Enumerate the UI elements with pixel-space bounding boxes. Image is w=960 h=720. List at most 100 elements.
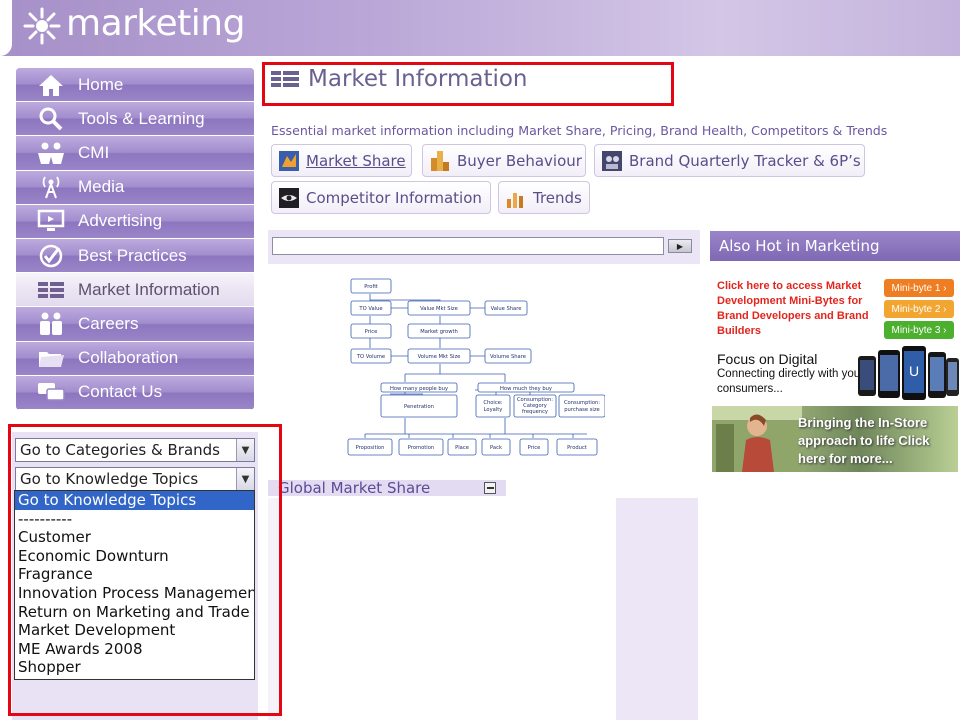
nav-item-careers[interactable]: Careers — [16, 307, 254, 342]
mini-bytes-promo-text[interactable]: Click here to access Market Development … — [717, 279, 887, 339]
diagram-node-label: Value Mkt Size — [420, 306, 458, 312]
nav-label-best-practices: Best Practices — [78, 245, 187, 265]
nav-label-tools-learning: Tools & Learning — [78, 108, 205, 128]
nav-item-advertising[interactable]: Advertising — [16, 204, 254, 239]
nav-item-media[interactable]: Media — [16, 170, 254, 205]
global-market-share-header: Global Market Share — [268, 479, 506, 497]
mini-byte-2-button[interactable]: Mini-byte 2 › — [884, 300, 954, 318]
tab-buyer-behaviour[interactable]: Buyer Behaviour — [422, 144, 586, 177]
monitor-icon — [36, 208, 66, 234]
diagram-node-label: Consumption: — [564, 400, 600, 406]
svg-text:U: U — [909, 363, 919, 379]
nav-label-collaboration: Collaboration — [78, 348, 179, 368]
buyer-behaviour-icon — [429, 150, 451, 172]
people-icon — [36, 140, 66, 166]
trends-icon — [505, 187, 527, 209]
search-go-button[interactable]: ▶ — [668, 239, 692, 253]
in-store-promo-banner[interactable]: Bringing the In-Store approach to life C… — [712, 406, 958, 472]
tab-brand-quarterly-tracker[interactable]: Brand Quarterly Tracker & 6P’s — [594, 144, 865, 177]
highlight-box-title — [262, 62, 674, 106]
tab-label-brand-quarterly-tracker: Brand Quarterly Tracker & 6P’s — [629, 151, 861, 170]
nav-label-careers: Careers — [78, 313, 139, 333]
nav-label-home: Home — [78, 74, 124, 94]
highlight-box-topics — [8, 424, 282, 716]
chat-icon — [36, 379, 66, 405]
chevron-right-icon: › — [943, 303, 947, 315]
tab-competitor-information[interactable]: Competitor Information — [271, 181, 491, 214]
mini-byte-1-label: Mini-byte 1 — [891, 282, 941, 294]
diagram-node-label: Pack — [490, 445, 502, 451]
mini-byte-2-label: Mini-byte 2 — [891, 303, 941, 315]
diagram-node-label: How much they buy — [500, 386, 552, 392]
brand-name[interactable]: marketing — [66, 3, 245, 44]
tab-label-trends: Trends — [533, 188, 582, 207]
tab-trends[interactable]: Trends — [498, 181, 590, 214]
diagram-node-label: purchase size — [564, 407, 600, 413]
focus-digital-title[interactable]: Focus on Digital — [717, 351, 817, 367]
diagram-node-label: Market growth — [420, 329, 458, 335]
global-market-share-title: Global Market Share — [278, 479, 431, 497]
nav-item-market-information[interactable]: Market Information — [16, 273, 254, 308]
global-market-share-side-panel — [616, 498, 698, 720]
brand-tracker-icon — [601, 150, 623, 172]
in-store-promo-text: Bringing the In-Store approach to life C… — [798, 415, 930, 466]
smartphones-image[interactable]: U — [856, 346, 960, 402]
check-badge-icon — [36, 243, 66, 269]
market-share-icon — [278, 150, 300, 172]
nav-label-cmi: CMI — [78, 142, 110, 162]
market-share-tree-diagram: Profit TO Value Value Mkt Size Value Sha… — [347, 278, 605, 456]
nav-label-contact-us: Contact Us — [78, 382, 163, 402]
mini-byte-3-button[interactable]: Mini-byte 3 › — [884, 321, 954, 339]
also-hot-header: Also Hot in Marketing — [710, 231, 960, 261]
diagram-node-label: Volume Mkt Size — [418, 354, 461, 360]
diagram-node-label: Price — [365, 329, 378, 335]
nav-item-contact-us[interactable]: Contact Us — [16, 375, 254, 410]
logo-flower-icon[interactable] — [22, 6, 62, 46]
mini-byte-3-label: Mini-byte 3 — [891, 324, 941, 336]
diagram-node-label: Proposition — [356, 445, 385, 451]
people-pair-icon — [36, 311, 66, 337]
intro-text: Essential market information including M… — [271, 123, 888, 138]
shopper-image — [712, 406, 802, 472]
nav-item-collaboration[interactable]: Collaboration — [16, 341, 254, 376]
mini-byte-1-button[interactable]: Mini-byte 1 › — [884, 279, 954, 297]
site-header: marketing — [0, 0, 960, 56]
nav-label-advertising: Advertising — [78, 211, 163, 231]
search-input[interactable] — [272, 237, 664, 255]
diagram-node-label: Price — [528, 445, 541, 451]
diagram-node-label: Loyalty — [484, 407, 503, 413]
diagram-node-label: Product — [567, 445, 587, 451]
competitor-icon — [278, 187, 300, 209]
diagram-node-label: TO Value — [358, 306, 382, 312]
focus-digital-subtitle: Connecting directly with your consumers.… — [717, 368, 865, 395]
tab-label-buyer-behaviour: Buyer Behaviour — [457, 151, 582, 170]
diagram-node-label: Penetration — [404, 404, 434, 410]
nav-label-media: Media — [78, 177, 125, 197]
diagram-node-label: Profit — [364, 284, 378, 290]
diagram-node-label: Promotion — [408, 445, 434, 451]
also-hot-title: Also Hot in Marketing — [719, 237, 880, 255]
stack-icon — [36, 277, 66, 303]
nav-item-best-practices[interactable]: Best Practices — [16, 238, 254, 274]
tab-label-competitor-information: Competitor Information — [306, 188, 482, 207]
folder-icon — [36, 345, 66, 371]
diagram-node-label: Place — [455, 445, 469, 451]
chevron-right-icon: › — [943, 282, 947, 294]
diagram-node-label: How many people buy — [390, 386, 448, 392]
diagram-node-label: Value Share — [491, 306, 522, 312]
nav-label-market-information: Market Information — [78, 279, 220, 299]
play-arrow-icon: ▶ — [676, 241, 684, 251]
diagram-node-label: TO Volume — [356, 354, 385, 360]
magnifier-icon — [36, 106, 66, 132]
diagram-node-label: frequency — [522, 409, 548, 415]
chevron-right-icon: › — [943, 324, 947, 336]
nav-item-home[interactable]: Home — [16, 68, 254, 103]
diagram-node-label: Volume Share — [490, 354, 526, 360]
collapse-icon[interactable] — [484, 482, 496, 494]
nav-item-tools-learning[interactable]: Tools & Learning — [16, 102, 254, 137]
sidebar-nav: Home Tools & Learning CMI Media Advertis… — [16, 68, 254, 410]
home-icon — [36, 72, 66, 98]
tab-market-share[interactable]: Market Share — [271, 144, 412, 177]
tab-label-market-share: Market Share — [306, 151, 406, 170]
nav-item-cmi[interactable]: CMI — [16, 136, 254, 171]
